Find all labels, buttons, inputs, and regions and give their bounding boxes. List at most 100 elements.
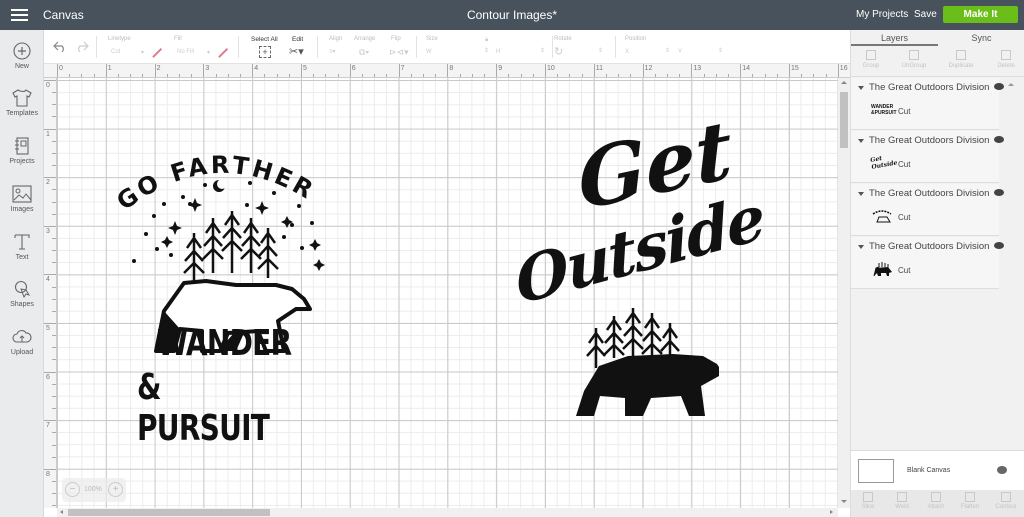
scroll-right-arrow-icon[interactable]: [830, 510, 833, 514]
sidebar-label: New: [14, 63, 29, 70]
arrange-button[interactable]: ⧉▾: [359, 47, 369, 58]
caret-down-icon[interactable]: [858, 192, 864, 196]
weld-button[interactable]: Weld: [885, 492, 919, 510]
bear-trees-silhouette: [576, 308, 719, 416]
my-projects-link[interactable]: My Projects: [856, 9, 908, 20]
ruler-tick: [52, 165, 56, 167]
sidebar-item-shapes[interactable]: Shapes: [0, 280, 44, 308]
linetype-color-icon[interactable]: [152, 47, 162, 58]
ruler-tick: [130, 74, 132, 77]
make-it-button[interactable]: Make It: [943, 6, 1018, 23]
layer-group[interactable]: The Great Outdoors Division WANDER &PURSU…: [851, 78, 1004, 130]
ruler-tick: [618, 74, 620, 77]
ruler-tick: [52, 395, 56, 397]
flip-button[interactable]: ⊳⊲▾: [389, 47, 409, 58]
ruler-tick: [52, 189, 56, 191]
redo-icon[interactable]: [75, 40, 89, 52]
ruler-tick: [44, 371, 56, 373]
scroll-down-arrow-icon[interactable]: [841, 500, 847, 503]
sidebar-item-new[interactable]: New: [0, 42, 44, 70]
sidebar-item-images[interactable]: Images: [0, 185, 44, 213]
design-get-outside[interactable]: Get Outside: [507, 101, 767, 423]
ungroup-button[interactable]: UnGroup: [894, 50, 934, 69]
blank-canvas-swatch[interactable]: [858, 459, 894, 483]
sidebar-label: Text: [15, 254, 29, 261]
flatten-button[interactable]: Flatten: [953, 492, 987, 510]
ruler-tick: [44, 323, 56, 324]
rotate-stepper[interactable]: ⇕: [598, 47, 603, 54]
layer-group[interactable]: The Great Outdoors Division Get Outside C…: [851, 131, 1004, 183]
ruler-tick: [667, 74, 668, 77]
position-y-input[interactable]: Y: [678, 49, 682, 55]
scroll-up-arrow-icon[interactable]: [841, 81, 847, 84]
align-button[interactable]: ≡▾: [329, 48, 336, 55]
group-button[interactable]: Group: [851, 50, 891, 69]
zoom-out-button[interactable]: −: [65, 482, 80, 497]
width-input[interactable]: W: [426, 49, 432, 55]
layer-tools: Group UnGroup Duplicate Delete: [851, 47, 1024, 77]
caret-down-icon[interactable]: [858, 245, 864, 249]
vertical-ruler: 0 1 2 3 4 5 6 7 8: [44, 78, 57, 508]
menu-icon[interactable]: [11, 9, 28, 21]
ruler-tick-label: 2: [46, 179, 50, 187]
ruler-tick: [691, 64, 693, 77]
duplicate-button[interactable]: Duplicate: [941, 50, 981, 69]
contour-icon: [1001, 492, 1011, 502]
design-canvas[interactable]: GO FARTHER WANDER & PURSUIT Get Outside: [57, 78, 838, 508]
ruler-tick: [593, 64, 595, 77]
ruler-tick: [52, 432, 56, 434]
save-button[interactable]: Save: [914, 9, 937, 20]
ruler-tick: [69, 74, 71, 77]
eye-slash-icon[interactable]: [997, 466, 1007, 474]
layer-group[interactable]: The Great Outdoors Division Cut: [851, 184, 1004, 236]
layers-scrollbar[interactable]: [999, 78, 1023, 458]
position-x-input[interactable]: X: [625, 49, 629, 55]
zoom-in-button[interactable]: +: [108, 482, 123, 497]
slice-button[interactable]: Slice: [851, 492, 885, 510]
width-stepper[interactable]: ⇕: [484, 47, 489, 54]
sidebar-item-projects[interactable]: Projects: [0, 137, 44, 165]
select-all-label: Select All: [251, 36, 278, 43]
bottom-tools: Slice Weld Attach Flatten Contour: [851, 490, 1024, 517]
layer-name: The Great Outdoors Division: [869, 135, 990, 146]
sidebar-item-upload[interactable]: Upload: [0, 328, 44, 356]
scroll-left-arrow-icon[interactable]: [60, 510, 63, 514]
sidebar-label: Upload: [10, 349, 34, 356]
sidebar-item-text[interactable]: Text: [0, 233, 44, 261]
rotate-icon[interactable]: ↻: [554, 45, 563, 58]
caret-down-icon[interactable]: [858, 86, 864, 90]
fill-select[interactable]: No Fill: [177, 49, 194, 55]
ruler-tick: [44, 274, 56, 276]
ruler-tick: [337, 74, 339, 77]
tab-sync[interactable]: Sync: [938, 30, 1024, 46]
sidebar-item-templates[interactable]: Templates: [0, 89, 44, 117]
undo-icon[interactable]: [53, 40, 67, 52]
edit-scissors-button[interactable]: ✂▾: [289, 45, 304, 58]
height-stepper[interactable]: ⇕: [540, 47, 545, 54]
layer-thumbnail: WANDER &PURSUIT: [871, 104, 897, 116]
y-stepper[interactable]: ⇕: [718, 47, 723, 54]
attach-button[interactable]: Attach: [919, 492, 953, 510]
height-input[interactable]: H: [496, 49, 500, 55]
ruler-tick-label: 0: [59, 65, 63, 72]
horizontal-scroll-thumb[interactable]: [68, 509, 270, 516]
caret-down-icon[interactable]: [858, 139, 864, 143]
contour-button[interactable]: Contour: [989, 492, 1023, 510]
select-all-button[interactable]: +: [259, 46, 271, 58]
ruler-tick: [52, 286, 56, 288]
linetype-select[interactable]: Cut: [111, 49, 120, 55]
notebook-icon: [15, 137, 29, 155]
blank-canvas-row[interactable]: Blank Canvas: [851, 450, 1024, 490]
tab-layers[interactable]: Layers: [851, 30, 938, 46]
ruler-tick: [532, 74, 534, 77]
lock-icon[interactable]: 🔒︎: [485, 37, 488, 44]
ruler-tick-label: 3: [205, 65, 210, 72]
image-icon: [12, 185, 32, 203]
delete-button[interactable]: Delete: [986, 50, 1024, 69]
x-stepper[interactable]: ⇕: [665, 47, 670, 54]
layer-group[interactable]: The Great Outdoors Division Cut: [851, 237, 1004, 289]
design-go-farther[interactable]: GO FARTHER WANDER & PURSUIT: [112, 143, 332, 449]
ruler-tick: [715, 74, 717, 77]
vertical-scroll-thumb[interactable]: [840, 92, 848, 148]
fill-color-icon[interactable]: [218, 47, 228, 58]
